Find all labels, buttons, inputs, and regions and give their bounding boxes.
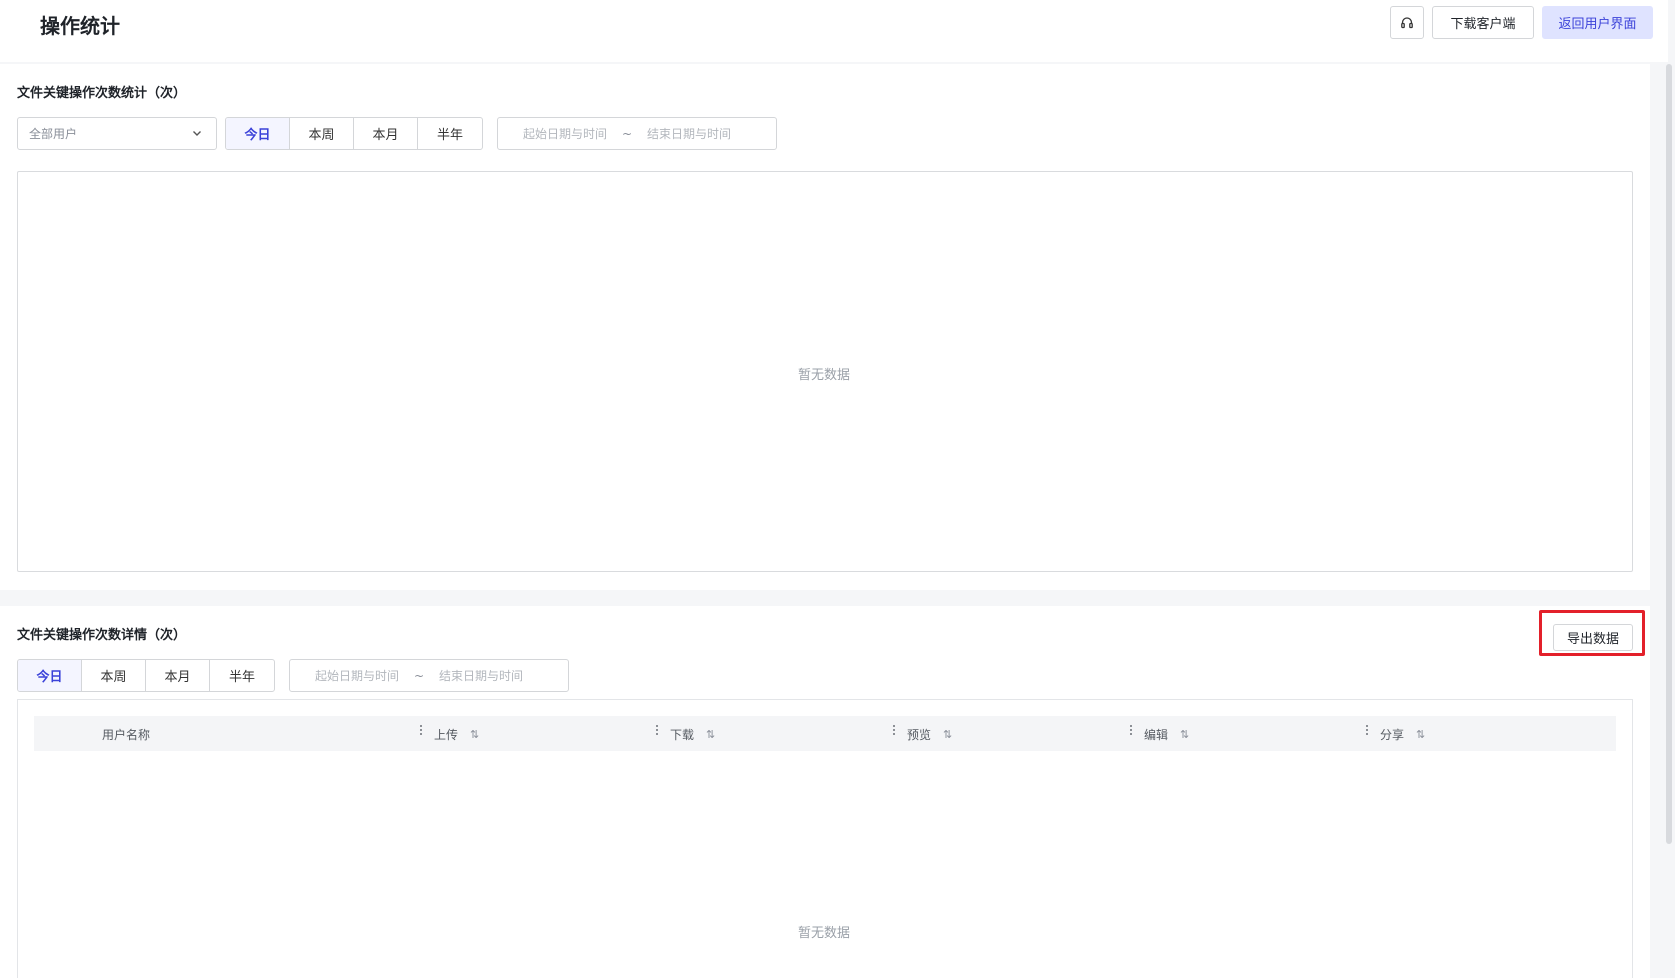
column-label: 用户名称 [102, 728, 151, 742]
page-scrollbar[interactable] [1666, 64, 1672, 844]
details-table: 用户名称 上传 ⇅ 下载 ⇅ 预览 ⇅ 编辑 ⇅ 分享 ⇅ 暂无数据 [17, 699, 1633, 978]
details-tab-month[interactable]: 本月 [146, 660, 210, 691]
top-bar: 操作统计 下载客户端 返回用户界面 [0, 0, 1668, 62]
column-resize-handle[interactable] [1365, 725, 1369, 741]
stats-title: 文件关键操作次数统计（次） [17, 86, 187, 101]
return-user-button[interactable]: 返回用户界面 [1542, 6, 1653, 39]
column-header-share[interactable]: 分享 ⇅ [1380, 726, 1425, 743]
details-card: 文件关键操作次数详情（次） 今日 本周 本月 半年 起始日期与时间 ~ 结束日期… [0, 606, 1650, 978]
details-empty-text: 暂无数据 [798, 926, 851, 941]
user-select-value: 全部用户 [29, 127, 78, 141]
sort-icon[interactable]: ⇅ [706, 728, 715, 741]
sort-icon[interactable]: ⇅ [470, 728, 479, 741]
stats-tab-month[interactable]: 本月 [354, 118, 418, 149]
column-header-upload[interactable]: 上传 ⇅ [434, 726, 479, 743]
headset-icon [1401, 16, 1413, 28]
export-data-button[interactable]: 导出数据 [1553, 624, 1633, 651]
stats-tab-week[interactable]: 本周 [290, 118, 354, 149]
column-label: 预览 [907, 728, 932, 742]
details-tab-week[interactable]: 本周 [82, 660, 146, 691]
column-resize-handle[interactable] [419, 725, 423, 741]
stats-chart-area: 暂无数据 [17, 171, 1633, 572]
column-label: 上传 [434, 728, 459, 742]
details-title: 文件关键操作次数详情（次） [17, 628, 187, 643]
details-tab-today[interactable]: 今日 [18, 660, 82, 691]
page-title: 操作统计 [40, 14, 120, 38]
stats-empty-text: 暂无数据 [798, 368, 851, 383]
stats-date-start[interactable]: 起始日期与时间 [523, 125, 607, 142]
sort-icon[interactable]: ⇅ [1180, 728, 1189, 741]
column-label: 下载 [670, 728, 695, 742]
column-header-edit[interactable]: 编辑 ⇅ [1144, 726, 1189, 743]
user-select[interactable]: 全部用户 [17, 117, 217, 150]
stats-period-tabs: 今日 本周 本月 半年 [225, 117, 483, 150]
details-date-separator: ~ [414, 668, 425, 683]
table-header: 用户名称 上传 ⇅ 下载 ⇅ 预览 ⇅ 编辑 ⇅ 分享 ⇅ [34, 716, 1616, 751]
sort-icon[interactable]: ⇅ [943, 728, 952, 741]
stats-date-separator: ~ [622, 126, 633, 141]
details-tab-halfyear[interactable]: 半年 [210, 660, 274, 691]
column-header-preview[interactable]: 预览 ⇅ [907, 726, 952, 743]
sort-icon[interactable]: ⇅ [1416, 728, 1425, 741]
chevron-down-icon [193, 131, 201, 136]
stats-tab-today[interactable]: 今日 [226, 118, 290, 149]
column-resize-handle[interactable] [892, 725, 896, 741]
stats-card: 文件关键操作次数统计（次） 全部用户 今日 本周 本月 半年 起始日期与时间 ~… [0, 64, 1650, 590]
stats-date-end[interactable]: 结束日期与时间 [647, 125, 731, 142]
stats-tab-halfyear[interactable]: 半年 [418, 118, 482, 149]
details-date-start[interactable]: 起始日期与时间 [315, 667, 399, 684]
details-period-tabs: 今日 本周 本月 半年 [17, 659, 275, 692]
column-label: 分享 [1380, 728, 1405, 742]
details-date-range[interactable]: 起始日期与时间 ~ 结束日期与时间 [289, 659, 569, 692]
column-label: 编辑 [1144, 728, 1169, 742]
support-button[interactable] [1390, 6, 1424, 39]
download-client-button[interactable]: 下载客户端 [1432, 6, 1534, 39]
column-header-username[interactable]: 用户名称 [102, 726, 150, 743]
details-date-end[interactable]: 结束日期与时间 [439, 667, 523, 684]
stats-date-range[interactable]: 起始日期与时间 ~ 结束日期与时间 [497, 117, 777, 150]
column-header-download[interactable]: 下载 ⇅ [670, 726, 715, 743]
column-resize-handle[interactable] [1129, 725, 1133, 741]
column-resize-handle[interactable] [655, 725, 659, 741]
